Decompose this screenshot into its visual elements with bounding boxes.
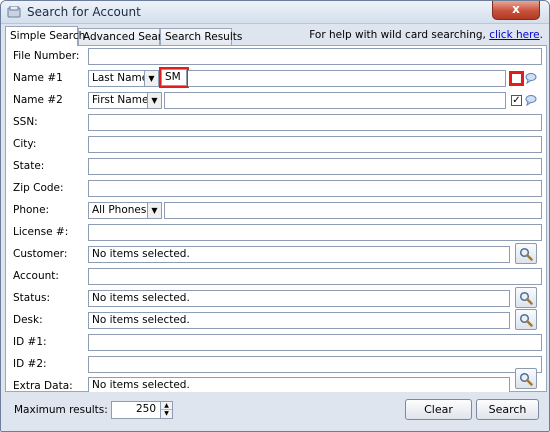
customer-search-button[interactable] — [515, 243, 537, 264]
status-selector[interactable]: No items selected. — [88, 290, 510, 307]
wildcard-help: For help with wild card searching, click… — [309, 29, 543, 41]
spin-up-icon[interactable]: ▲ — [161, 402, 172, 410]
id1-input[interactable] — [88, 334, 542, 351]
name2-type-value: First Name — [92, 94, 149, 106]
magnifier-icon — [519, 372, 533, 386]
ssn-label: SSN: — [13, 116, 38, 128]
phone-type-dropdown[interactable]: All Phones ▼ — [88, 202, 162, 219]
account-label: Account: — [13, 270, 59, 282]
chevron-down-icon[interactable]: ▼ — [144, 71, 158, 86]
name2-type-dropdown[interactable]: First Name ▼ — [88, 92, 162, 109]
file-number-input[interactable] — [88, 48, 542, 65]
id2-label: ID #2: — [13, 358, 47, 370]
license-label: License #: — [13, 226, 69, 238]
chevron-down-icon[interactable]: ▼ — [147, 203, 161, 218]
tab-simple-search[interactable]: Simple Search — [5, 26, 85, 46]
desk-selector[interactable]: No items selected. — [88, 312, 510, 329]
chevron-down-icon[interactable]: ▼ — [147, 93, 161, 108]
license-input[interactable] — [88, 224, 542, 241]
tab-search-results[interactable]: Search Results — [160, 28, 242, 45]
extra-data-label: Extra Data: — [13, 380, 73, 392]
status-label: Status: — [13, 292, 50, 304]
name1-input[interactable]: SM — [159, 67, 189, 88]
zip-label: Zip Code: — [13, 182, 64, 194]
phone-type-value: All Phones — [92, 204, 147, 216]
window-title: Search for Account — [27, 5, 141, 19]
phone-input[interactable] — [164, 202, 542, 219]
help-link[interactable]: click here — [489, 29, 539, 41]
desk-label: Desk: — [13, 314, 43, 326]
search-button[interactable]: Search — [476, 399, 539, 420]
status-search-button[interactable] — [515, 287, 537, 308]
state-input[interactable] — [88, 158, 542, 175]
city-input[interactable] — [88, 136, 542, 153]
help-suffix: . — [539, 29, 543, 41]
account-input[interactable] — [88, 268, 542, 285]
magnifier-icon — [519, 291, 533, 305]
extra-data-search-button[interactable] — [515, 368, 537, 389]
max-results-value: 250 — [135, 403, 156, 415]
name1-type-value: Last Name — [92, 72, 149, 84]
title-bar: Search for Account x — [1, 1, 549, 24]
max-results-label: Maximum results: — [14, 404, 108, 416]
file-number-label: File Number: — [13, 50, 80, 62]
help-prefix: For help with wild card searching, — [309, 29, 490, 41]
tab-bar: Simple Search Advanced Search Search Res… — [5, 26, 547, 46]
name2-checkbox[interactable]: ✓ — [511, 95, 522, 106]
tab-advanced-search[interactable]: Advanced Search — [78, 28, 174, 45]
max-results-input[interactable]: 250 ▲ ▼ — [111, 401, 173, 419]
speech-bubble-icon — [525, 73, 537, 84]
desk-search-button[interactable] — [515, 309, 537, 330]
magnifier-icon — [519, 313, 533, 327]
speech-bubble-icon — [525, 95, 537, 106]
id2-input[interactable] — [88, 356, 542, 373]
name2-label: Name #2 — [13, 94, 63, 106]
zip-input[interactable] — [88, 180, 542, 197]
name1-label: Name #1 — [13, 72, 63, 84]
name1-checkbox[interactable] — [509, 71, 524, 86]
name2-input[interactable] — [164, 92, 506, 109]
magnifier-icon — [519, 247, 533, 261]
max-results-stepper[interactable]: ▲ ▼ — [160, 402, 172, 418]
dialog-footer: Maximum results: 250 ▲ ▼ Clear Search — [1, 392, 549, 431]
app-icon — [7, 6, 21, 18]
close-button[interactable]: x — [492, 1, 540, 20]
clear-button[interactable]: Clear — [405, 399, 472, 420]
id1-label: ID #1: — [13, 336, 47, 348]
simple-search-panel: File Number: Name #1 Last Name ▼ SM Name… — [5, 45, 547, 394]
spin-down-icon[interactable]: ▼ — [161, 410, 172, 418]
phone-label: Phone: — [13, 204, 50, 216]
name1-input-extension[interactable] — [188, 70, 506, 87]
state-label: State: — [13, 160, 45, 172]
name1-type-dropdown[interactable]: Last Name ▼ — [88, 70, 159, 87]
customer-label: Customer: — [13, 248, 68, 260]
search-account-dialog: Search for Account x Simple Search Advan… — [0, 0, 550, 432]
customer-selector[interactable]: No items selected. — [88, 246, 510, 263]
city-label: City: — [13, 138, 37, 150]
ssn-input[interactable] — [88, 114, 542, 131]
